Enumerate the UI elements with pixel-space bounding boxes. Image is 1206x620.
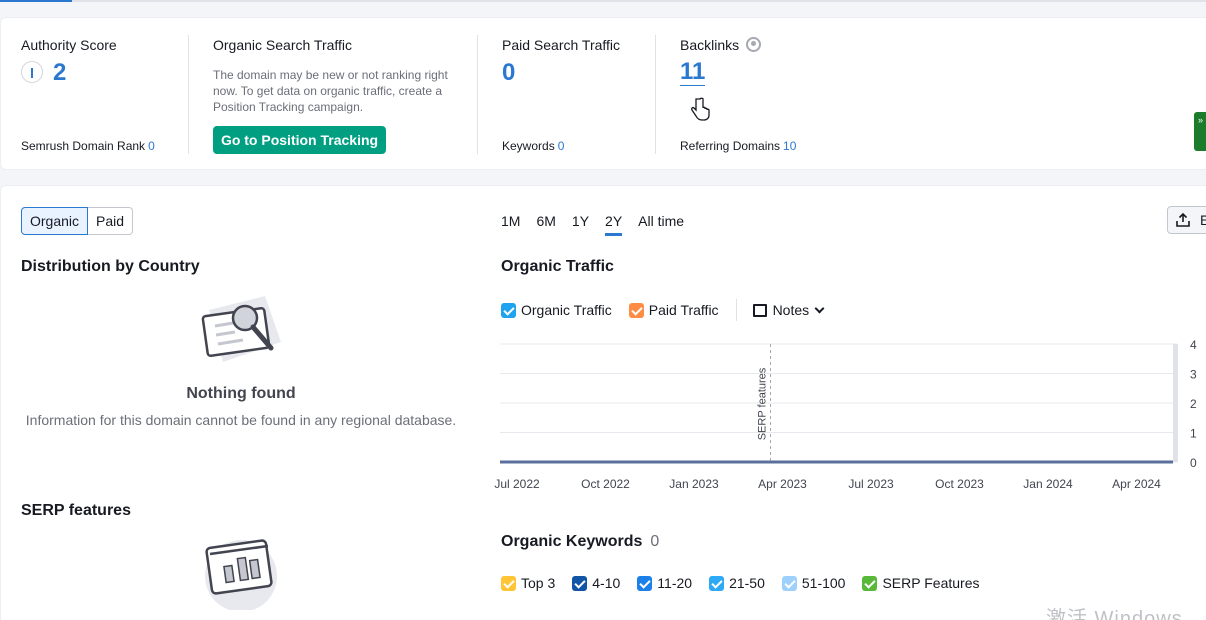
active-tab-indicator — [0, 0, 72, 2]
period-1m[interactable]: 1M — [501, 213, 520, 236]
x-tick-label: Apr 2023 — [758, 477, 807, 491]
paid-keywords: Keywords 0 — [502, 139, 564, 153]
checkbox-organic-icon[interactable] — [501, 302, 516, 318]
legend-label: Top 3 — [521, 575, 556, 591]
go-to-position-tracking-button[interactable]: Go to Position Tracking — [213, 126, 386, 154]
export-button[interactable]: E — [1167, 206, 1206, 234]
paid-keywords-value[interactable]: 0 — [558, 139, 565, 153]
legend-label: 51-100 — [801, 575, 846, 591]
windows-activation-watermark: 激活 Windows — [1046, 608, 1183, 620]
organic-traffic-title: Organic Search Traffic — [213, 37, 353, 53]
legend-top3[interactable]: Top 3 — [501, 575, 555, 591]
x-tick-label: Oct 2022 — [581, 477, 630, 491]
paid-tab[interactable]: Paid — [88, 207, 134, 235]
legend-paid-traffic[interactable]: Paid Traffic — [628, 302, 719, 318]
top-tab-underline — [0, 0, 1206, 2]
nothing-found-text: Information for this domain cannot be fo… — [25, 412, 457, 428]
keywords-legend: Top 3 4-10 11-20 21-50 51-100 SERP Featu… — [501, 575, 996, 591]
checkbox-paid-icon[interactable] — [628, 302, 644, 318]
serp-annotation-label: SERP features — [757, 367, 769, 440]
organic-paid-toggle: Organic Paid — [21, 207, 134, 235]
serp-features-title: SERP features — [21, 502, 131, 519]
paid-traffic-title: Paid Search Traffic — [502, 37, 621, 53]
legend-organic-traffic[interactable]: Organic Traffic — [501, 302, 612, 318]
legend-4-10[interactable]: 4-10 — [572, 575, 620, 591]
organic-keywords-label: Organic Keywords — [501, 533, 643, 550]
period-1y[interactable]: 1Y — [572, 213, 589, 236]
legend-divider — [735, 299, 737, 321]
period-2y[interactable]: 2Y — [605, 213, 623, 236]
legend-serp-features[interactable]: SERP Features — [862, 575, 979, 591]
legend-label: 4-10 — [592, 575, 621, 591]
organic-traffic-note: The domain may be new or not ranking rig… — [213, 68, 448, 114]
checkbox-icon[interactable] — [862, 575, 878, 591]
paid-traffic-value[interactable]: 0 — [502, 59, 515, 87]
nothing-found-illustration — [201, 296, 281, 362]
notes-dropdown[interactable]: Notes — [752, 302, 825, 318]
divider — [477, 35, 478, 154]
x-tick-label: Jan 2024 — [1023, 477, 1073, 491]
legend-organic-label: Organic Traffic — [521, 302, 612, 318]
legend-label: 21-50 — [729, 575, 765, 591]
period-6m[interactable]: 6M — [536, 213, 555, 236]
domain-rank-value[interactable]: 0 — [148, 139, 155, 153]
legend-paid-label: Paid Traffic — [648, 302, 719, 318]
globe-icon[interactable] — [746, 37, 761, 52]
authority-score-gauge-icon — [21, 61, 43, 83]
checkbox-icon[interactable] — [501, 575, 516, 591]
x-tick-label: Jul 2023 — [848, 477, 894, 491]
domain-rank: Semrush Domain Rank 0 — [21, 139, 155, 153]
period-all-time[interactable]: All time — [638, 213, 684, 236]
organic-traffic-chart-title: Organic Traffic — [501, 258, 614, 275]
checkbox-icon[interactable] — [572, 575, 588, 591]
organic-keywords-count: 0 — [650, 533, 660, 550]
chevron-down-icon — [814, 303, 825, 313]
legend-51-100[interactable]: 51-100 — [781, 575, 846, 591]
backlinks-value-link[interactable]: 11 — [680, 59, 706, 86]
x-tick-label: Jul 2022 — [494, 477, 540, 491]
referring-domains-value[interactable]: 10 — [783, 139, 796, 153]
y-tick-label: 0 — [1190, 456, 1197, 470]
legend-label: SERP Features — [882, 575, 980, 591]
notes-icon — [752, 303, 767, 317]
divider — [655, 35, 656, 154]
chart-range-handle — [1173, 344, 1178, 462]
traffic-legend: Organic Traffic Paid Traffic Notes — [501, 299, 840, 321]
y-tick-label: 4 — [1190, 338, 1197, 352]
y-tick-label: 2 — [1190, 397, 1197, 411]
side-expand-widget[interactable]: » — [1194, 112, 1206, 151]
authority-score-value[interactable]: 2 — [53, 59, 66, 87]
domain-rank-label: Semrush Domain Rank — [21, 139, 146, 153]
referring-domains-label: Referring Domains — [680, 139, 781, 153]
notes-label: Notes — [772, 302, 810, 318]
y-tick-label: 1 — [1190, 427, 1197, 441]
checkbox-icon[interactable] — [637, 575, 653, 591]
paid-keywords-label: Keywords — [502, 139, 555, 153]
authority-score-title: Authority Score — [21, 37, 117, 53]
hand-cursor-icon — [691, 97, 710, 121]
backlinks-title: Backlinks — [680, 37, 740, 53]
legend-11-20[interactable]: 11-20 — [637, 575, 692, 591]
period-selector: 1M 6M 1Y 2Y All time — [501, 213, 700, 236]
nothing-found-title: Nothing found — [186, 385, 296, 402]
x-tick-label: Oct 2023 — [935, 477, 984, 491]
serp-features-illustration — [205, 539, 277, 610]
distribution-title: Distribution by Country — [21, 258, 200, 275]
legend-label: 11-20 — [657, 575, 693, 591]
summary-card: Authority Score 2 Semrush Domain Rank 0 O… — [0, 17, 1206, 170]
organic-traffic-chart: 0 1 2 3 4 Jul 2022 Oct 2022 Jan 2023 Apr 2023 Jul… — [494, 338, 1197, 491]
checkbox-icon[interactable] — [781, 575, 797, 591]
x-tick-label: Apr 2024 — [1112, 477, 1161, 491]
export-label: E — [1200, 212, 1206, 228]
legend-21-50[interactable]: 21-50 — [709, 575, 765, 591]
referring-domains: Referring Domains 10 — [680, 139, 796, 153]
divider — [188, 35, 189, 154]
x-tick-label: Jan 2023 — [669, 477, 719, 491]
organic-keywords-title: Organic Keywords 0 — [501, 533, 659, 551]
checkbox-icon[interactable] — [709, 575, 725, 591]
export-icon — [1176, 213, 1190, 227]
y-tick-label: 3 — [1190, 368, 1197, 382]
organic-tab[interactable]: Organic — [21, 207, 89, 235]
